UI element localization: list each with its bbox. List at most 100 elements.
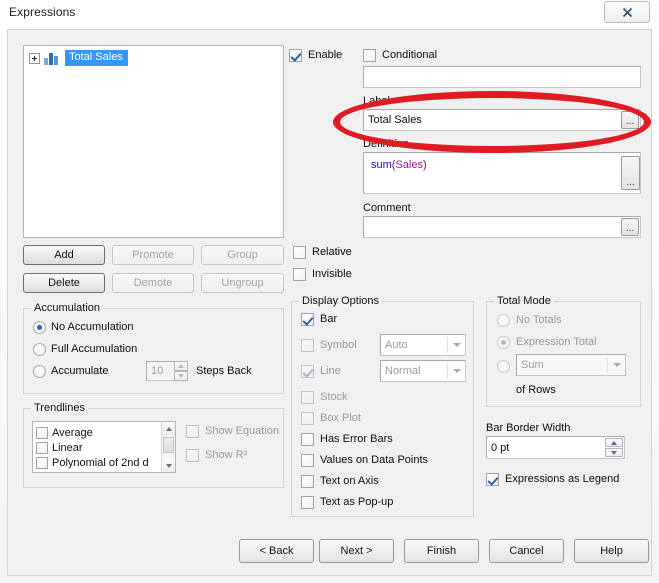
label-caption: Label — [363, 95, 390, 107]
title-bar: Expressions — [0, 0, 659, 28]
finish-button[interactable]: Finish — [404, 539, 479, 563]
promote-button[interactable]: Promote — [112, 245, 194, 265]
label-ellipsis-button[interactable]: ... — [621, 111, 639, 129]
radio-expression-total[interactable] — [497, 336, 510, 349]
trendlines-group-title: Trendlines — [31, 402, 88, 414]
trendlines-scrollbar[interactable] — [161, 422, 175, 472]
line-dropdown-value: Normal — [385, 365, 421, 377]
aggregation-dropdown[interactable]: Sum — [516, 354, 626, 376]
tree-item-label: Total Sales — [65, 50, 128, 66]
of-rows-label: of Rows — [516, 384, 556, 396]
symbol-label: Symbol — [320, 339, 357, 351]
radio-accumulate[interactable] — [33, 365, 46, 378]
radio-no-totals[interactable] — [497, 314, 510, 327]
conditional-checkbox[interactable] — [363, 49, 376, 62]
symbol-dropdown-value: Auto — [385, 339, 408, 351]
stock-checkbox[interactable] — [301, 391, 314, 404]
add-button[interactable]: Add — [23, 245, 105, 265]
line-dropdown-separator — [447, 363, 448, 379]
show-r2-checkbox[interactable] — [186, 449, 199, 462]
box-plot-checkbox[interactable] — [301, 412, 314, 425]
label-input[interactable]: Total Sales — [363, 109, 641, 131]
dialog-content: Total Sales Add Promote Group Delete Dem… — [7, 29, 652, 576]
text-as-popup-checkbox[interactable] — [301, 496, 314, 509]
trendline-poly3-label: Polynomial of 3rd d — [52, 472, 146, 473]
radio-full-accumulation-label: Full Accumulation — [51, 343, 138, 355]
symbol-checkbox[interactable] — [301, 339, 314, 352]
relative-checkbox[interactable] — [293, 246, 306, 259]
definition-paren-close: ) — [422, 159, 427, 171]
conditional-input[interactable] — [363, 66, 641, 88]
text-on-axis-checkbox[interactable] — [301, 475, 314, 488]
expressions-as-legend-label: Expressions as Legend — [505, 473, 620, 485]
radio-no-totals-label: No Totals — [516, 314, 562, 326]
steps-back-spinner-down[interactable] — [174, 371, 188, 381]
demote-button[interactable]: Demote — [112, 273, 194, 293]
next-button[interactable]: Next > — [319, 539, 394, 563]
bar-border-width-caption: Bar Border Width — [486, 422, 571, 434]
trendline-item-linear[interactable]: Linear — [36, 440, 83, 455]
scrollbar-thumb[interactable] — [163, 437, 174, 453]
scroll-up-icon[interactable] — [162, 422, 175, 435]
trendline-item-poly3[interactable]: Polynomial of 3rd d — [36, 470, 146, 473]
show-equation-checkbox[interactable] — [186, 425, 199, 438]
trendlines-group: Trendlines Average Linear Polynomial of … — [23, 402, 284, 488]
comment-caption: Comment — [363, 202, 411, 214]
values-on-data-points-checkbox[interactable] — [301, 454, 314, 467]
enable-checkbox[interactable] — [289, 49, 302, 62]
radio-aggregation[interactable] — [497, 360, 510, 373]
steps-back-spinner-up[interactable] — [174, 361, 188, 371]
back-button[interactable]: < Back — [239, 539, 314, 563]
has-error-bars-checkbox[interactable] — [301, 433, 314, 446]
show-r2-label: Show R² — [205, 449, 248, 461]
steps-back-label: Steps Back — [196, 365, 252, 377]
definition-caption: Definition — [363, 138, 409, 150]
show-equation-label: Show Equation — [205, 425, 279, 437]
expressions-tree[interactable]: Total Sales — [23, 45, 284, 238]
cancel-button[interactable]: Cancel — [489, 539, 564, 563]
definition-input[interactable]: sum(Sales) — [363, 152, 641, 194]
expand-plus-icon[interactable] — [29, 52, 40, 64]
trendline-average-checkbox[interactable] — [36, 426, 48, 439]
trendlines-list[interactable]: Average Linear Polynomial of 2nd d Polyn… — [32, 421, 176, 473]
help-button[interactable]: Help — [574, 539, 649, 563]
bar-checkbox[interactable] — [301, 313, 314, 326]
tree-item-total-sales[interactable]: Total Sales — [29, 50, 128, 66]
expressions-as-legend-checkbox[interactable] — [486, 473, 499, 486]
ungroup-button[interactable]: Ungroup — [201, 273, 284, 293]
definition-field: Sales — [395, 159, 423, 171]
radio-expression-total-label: Expression Total — [516, 336, 597, 348]
window-title: Expressions — [9, 5, 76, 19]
radio-no-accumulation-label: No Accumulation — [51, 321, 134, 333]
trendline-poly3-checkbox[interactable] — [36, 471, 48, 472]
definition-ellipsis-button[interactable]: ... — [621, 156, 640, 190]
bar-border-spinner-down[interactable] — [605, 448, 623, 457]
steps-back-value: 10 — [151, 365, 164, 377]
comment-ellipsis-button[interactable]: ... — [621, 218, 639, 236]
radio-full-accumulation[interactable] — [33, 343, 46, 356]
trendline-item-average[interactable]: Average — [36, 425, 93, 440]
bar-border-spinner-up[interactable] — [605, 438, 623, 447]
trendline-linear-checkbox[interactable] — [36, 441, 48, 454]
chevron-down-icon — [453, 343, 461, 347]
text-as-popup-label: Text as Pop-up — [320, 496, 394, 508]
bar-label: Bar — [320, 313, 338, 325]
scroll-down-icon[interactable] — [162, 459, 175, 472]
delete-button[interactable]: Delete — [23, 273, 105, 293]
total-mode-group: Total Mode No Totals Expression Total Su… — [486, 295, 641, 407]
radio-no-accumulation[interactable] — [33, 321, 46, 334]
stock-label: Stock — [320, 391, 348, 403]
symbol-dropdown[interactable]: Auto — [380, 334, 466, 356]
accumulation-group-title: Accumulation — [31, 302, 104, 314]
symbol-dropdown-separator — [447, 337, 448, 353]
chevron-down-icon — [453, 369, 461, 373]
display-options-group: Display Options Bar Symbol Auto Line Nor… — [291, 295, 474, 517]
comment-input[interactable] — [363, 216, 641, 238]
trendline-item-poly2[interactable]: Polynomial of 2nd d — [36, 455, 149, 470]
line-dropdown[interactable]: Normal — [380, 360, 466, 382]
invisible-checkbox[interactable] — [293, 268, 306, 281]
group-button[interactable]: Group — [201, 245, 284, 265]
trendline-poly2-checkbox[interactable] — [36, 456, 48, 469]
line-checkbox[interactable] — [301, 365, 314, 378]
close-icon[interactable] — [604, 1, 650, 23]
